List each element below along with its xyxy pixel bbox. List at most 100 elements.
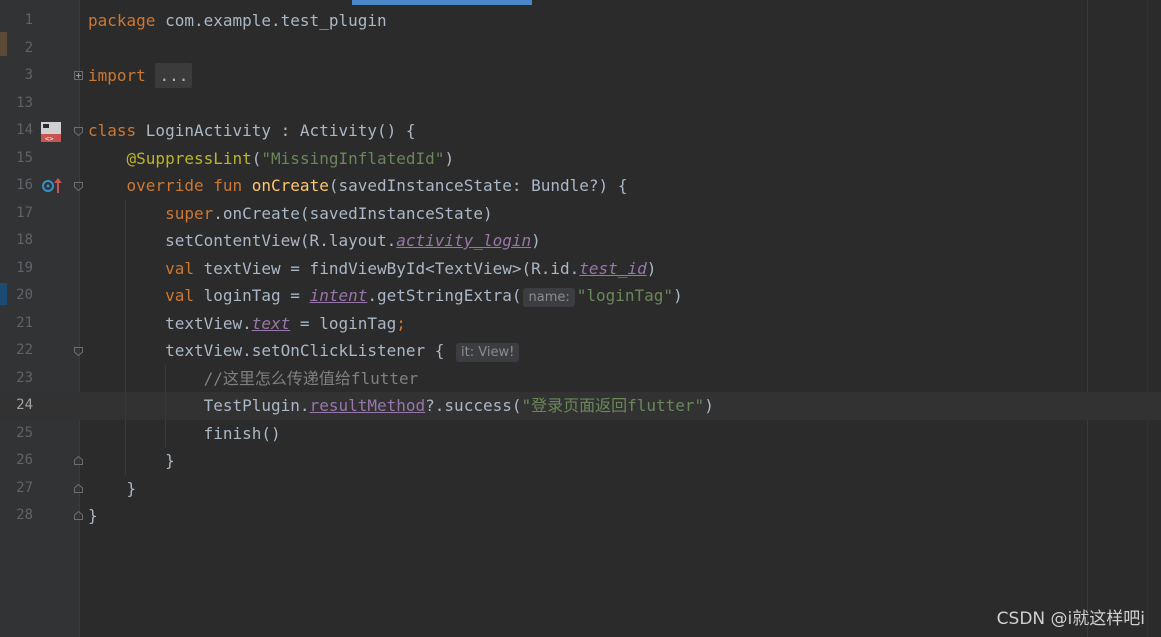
- code-token: (: [251, 148, 262, 168]
- code-line[interactable]: 15 @SuppressLint("MissingInflatedId"): [0, 145, 1161, 173]
- line-number[interactable]: 2: [8, 35, 33, 63]
- code-token: textView = findViewById<TextView>(R.id.: [203, 258, 580, 278]
- code-token: class: [88, 121, 146, 140]
- code-token: finish(): [88, 423, 281, 443]
- code-token: super: [165, 203, 214, 223]
- code-text[interactable]: package com.example.test_plugin: [88, 7, 387, 35]
- code-token: .onCreate(savedInstanceState): [213, 203, 493, 223]
- code-token: val: [165, 258, 204, 278]
- line-number[interactable]: 22: [8, 337, 33, 365]
- line-number[interactable]: 28: [8, 502, 33, 530]
- code-line[interactable]: 17 super.onCreate(savedInstanceState): [0, 200, 1161, 228]
- code-text[interactable]: @SuppressLint("MissingInflatedId"): [88, 145, 455, 173]
- code-token: ): [704, 396, 714, 415]
- watermark: CSDN @i就这样吧i: [996, 609, 1145, 629]
- line-number[interactable]: 25: [8, 420, 33, 448]
- line-number[interactable]: 15: [8, 145, 33, 173]
- code-line[interactable]: 22 textView.setOnClickListener { it: Vie…: [0, 337, 1161, 365]
- code-text[interactable]: override fun onCreate(savedInstanceState…: [88, 172, 628, 200]
- code-line[interactable]: 21 textView.text = loginTag;: [0, 310, 1161, 338]
- svg-text:<>: <>: [45, 135, 53, 143]
- code-text[interactable]: }: [88, 502, 98, 530]
- parameter-hint: name:: [523, 288, 575, 307]
- line-number[interactable]: 21: [8, 310, 33, 338]
- line-number[interactable]: 16: [8, 172, 33, 200]
- line-number[interactable]: 20: [8, 282, 33, 310]
- code-token: @SuppressLint: [126, 148, 252, 168]
- code-line[interactable]: 19 val textView = findViewById<TextView>…: [0, 255, 1161, 283]
- line-number[interactable]: 13: [8, 90, 33, 118]
- folded-imports[interactable]: ...: [155, 63, 193, 88]
- code-token: (savedInstanceState: Bundle?) {: [328, 176, 628, 195]
- code-token: }: [88, 478, 137, 498]
- code-token: }: [88, 506, 98, 525]
- fold-start-icon[interactable]: [74, 347, 83, 356]
- override-method-icon[interactable]: [42, 177, 64, 199]
- code-token: = loginTag: [290, 313, 397, 333]
- code-token: import: [88, 66, 156, 85]
- code-line[interactable]: 2: [0, 35, 1161, 63]
- indent-guide: [165, 365, 166, 447]
- code-text[interactable]: import ...: [88, 62, 193, 90]
- fold-end-icon[interactable]: [74, 484, 83, 493]
- line-number[interactable]: 23: [8, 365, 33, 393]
- code-token: test_id: [579, 258, 647, 278]
- code-text[interactable]: setContentView(R.layout.activity_login): [88, 227, 541, 255]
- fold-end-icon[interactable]: [74, 456, 83, 465]
- code-line[interactable]: 28}: [0, 502, 1161, 530]
- code-line[interactable]: 14 class LoginActivity : Activity() {: [0, 117, 1161, 145]
- code-line[interactable]: 20 val loginTag = intent.getStringExtra(…: [0, 282, 1161, 310]
- fold-end-icon[interactable]: [74, 511, 83, 520]
- code-token: ): [646, 258, 657, 278]
- code-text[interactable]: textView.setOnClickListener { it: View!: [88, 337, 521, 367]
- code-line[interactable]: 13: [0, 90, 1161, 118]
- fold-toggle-icon[interactable]: [74, 71, 83, 80]
- line-number[interactable]: 24: [8, 392, 33, 420]
- code-token: //这里怎么传递值给flutter: [203, 368, 419, 388]
- indent-guide: [125, 200, 126, 475]
- code-line[interactable]: 23 //这里怎么传递值给flutter: [0, 365, 1161, 393]
- line-number[interactable]: 17: [8, 200, 33, 228]
- line-number[interactable]: 18: [8, 227, 33, 255]
- code-line[interactable]: 25 finish(): [0, 420, 1161, 448]
- code-token: ): [673, 286, 683, 305]
- code-text[interactable]: textView.text = loginTag;: [88, 310, 406, 338]
- code-text[interactable]: }: [88, 475, 137, 503]
- code-text[interactable]: //这里怎么传递值给flutter: [88, 365, 419, 393]
- code-text[interactable]: val textView = findViewById<TextView>(R.…: [88, 255, 656, 283]
- code-line[interactable]: 3 import ...: [0, 62, 1161, 90]
- line-number[interactable]: 19: [8, 255, 33, 283]
- code-line[interactable]: 18 setContentView(R.layout.activity_logi…: [0, 227, 1161, 255]
- code-token: resultMethod: [309, 396, 426, 415]
- android-layout-icon[interactable]: <>: [40, 121, 62, 147]
- code-line[interactable]: 26 }: [0, 447, 1161, 475]
- line-number[interactable]: 1: [8, 7, 33, 35]
- fold-start-icon[interactable]: [74, 127, 83, 136]
- code-token: loginTag =: [203, 286, 310, 305]
- code-token: intent: [309, 286, 368, 305]
- parameter-hint: it: View!: [456, 343, 520, 362]
- code-line[interactable]: 1 package com.example.test_plugin: [0, 7, 1161, 35]
- code-text[interactable]: TestPlugin.resultMethod?.success("登录页面返回…: [88, 392, 714, 420]
- line-number[interactable]: 14: [8, 117, 33, 145]
- code-text[interactable]: finish(): [88, 420, 281, 448]
- code-line[interactable]: 16 override fun onCreate(savedInstanceSt…: [0, 172, 1161, 200]
- line-number[interactable]: 26: [8, 447, 33, 475]
- code-token: ): [444, 148, 455, 168]
- line-number[interactable]: 3: [8, 62, 33, 90]
- code-token: setContentView(R.layout.: [88, 231, 397, 250]
- active-tab-indicator[interactable]: [352, 0, 532, 5]
- code-token: LoginActivity : Activity() {: [145, 121, 416, 140]
- code-line[interactable]: 27 }: [0, 475, 1161, 503]
- code-text[interactable]: class LoginActivity : Activity() {: [88, 117, 416, 145]
- fold-start-icon[interactable]: [74, 182, 83, 191]
- code-line[interactable]: 24 TestPlugin.resultMethod?.success("登录页…: [0, 392, 1161, 420]
- line-number[interactable]: 27: [8, 475, 33, 503]
- code-text[interactable]: }: [88, 447, 175, 475]
- code-text[interactable]: val loginTag = intent.getStringExtra(nam…: [88, 282, 683, 312]
- code-text[interactable]: super.onCreate(savedInstanceState): [88, 200, 493, 228]
